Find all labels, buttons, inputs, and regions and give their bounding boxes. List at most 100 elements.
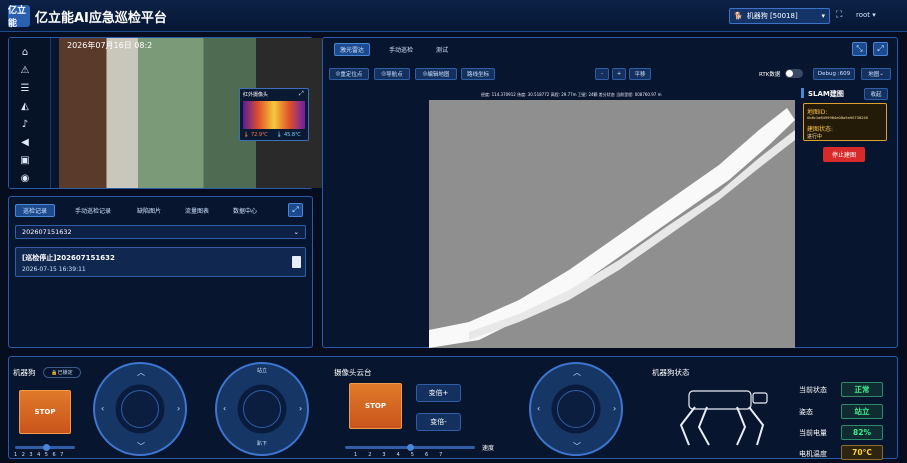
record-item[interactable]: [巡检停止]202607151632 2026-07-15 16:39:11 bbox=[15, 247, 306, 277]
lie-down-control[interactable]: 趴下 bbox=[257, 440, 267, 447]
status-label-posture: 姿态 bbox=[799, 408, 813, 416]
chevron-down-icon[interactable]: ﹀ bbox=[573, 441, 581, 452]
stand-up-control[interactable]: 站立 bbox=[257, 367, 267, 374]
joystick-center[interactable] bbox=[557, 390, 595, 428]
target-icon[interactable]: ◉ bbox=[18, 172, 32, 185]
scale-tick: 1 bbox=[354, 452, 369, 458]
video-tool-column: ⌂ ⚠ ☰ ◭ ♪ ◀ ▣ ◉ bbox=[9, 38, 51, 188]
scale-tick: 4 bbox=[396, 452, 411, 458]
spotlight-icon[interactable]: ◭ bbox=[18, 100, 32, 113]
chevron-right-icon[interactable]: › bbox=[613, 404, 616, 413]
zoom-out-button[interactable]: - bbox=[595, 68, 609, 80]
shrink-icon[interactable]: ⤡ bbox=[852, 42, 867, 56]
record-icon[interactable]: ▣ bbox=[18, 154, 32, 167]
tab-defect-images[interactable]: 缺陷图片 bbox=[129, 204, 169, 217]
dog-posture-joystick[interactable]: 站立 趴下 ‹ › bbox=[215, 362, 309, 456]
slam-info-box: 地图ID: 0b6c1a6499964e08a9a90736240 建图状态: … bbox=[803, 103, 887, 141]
chevron-up-icon[interactable]: ︿ bbox=[573, 367, 581, 378]
expand-icon[interactable]: ⤢ bbox=[288, 203, 303, 217]
scale-tick: 5 bbox=[410, 452, 425, 458]
gimbal-joystick[interactable]: ︿ ﹀ ‹ › bbox=[529, 362, 623, 456]
document-icon[interactable] bbox=[292, 256, 301, 268]
pan-button[interactable]: 平移 bbox=[629, 68, 651, 80]
slam-panel: SLAM建图 收起 地图ID: 0b6c1a6499964e08a9a90736… bbox=[801, 88, 891, 166]
chevron-up-icon[interactable]: ︿ bbox=[137, 367, 145, 378]
ir-expand-icon[interactable]: ⤢ bbox=[299, 90, 304, 98]
edit-map-label: 编辑地图 bbox=[427, 72, 450, 78]
scale-tick: 6 bbox=[52, 452, 61, 458]
tab-manual-patrol[interactable]: 手动巡检 bbox=[381, 43, 421, 56]
dog-speed-scale: 1234567 bbox=[14, 452, 68, 458]
tab-test[interactable]: 测试 bbox=[427, 43, 457, 56]
chevron-left-icon[interactable]: ‹ bbox=[537, 404, 540, 413]
edit-map-button[interactable]: ◎ 编辑地图 bbox=[415, 68, 457, 80]
zoom-plus-button[interactable]: 变倍+ bbox=[416, 384, 461, 402]
collapse-button[interactable]: 收起 bbox=[864, 88, 888, 100]
rtk-toggle[interactable] bbox=[785, 69, 803, 78]
joystick-center[interactable] bbox=[243, 390, 281, 428]
dog-stop-button[interactable]: STOP bbox=[19, 390, 71, 434]
chevron-left-icon[interactable]: ‹ bbox=[223, 404, 226, 413]
fullscreen-icon[interactable]: ⛶ bbox=[836, 10, 842, 20]
chevron-right-icon[interactable]: › bbox=[177, 404, 180, 413]
record-select[interactable]: 202607151632 ⌄ bbox=[15, 225, 306, 239]
tab-flow-chart[interactable]: 流量图表 bbox=[177, 204, 217, 217]
slam-map-canvas[interactable] bbox=[429, 100, 795, 348]
map-id-value: 0b6c1a6499964e08a9a90736240 bbox=[807, 116, 869, 120]
user-menu[interactable]: root ▾ bbox=[856, 11, 876, 19]
expand-icon[interactable]: ⤢ bbox=[873, 42, 888, 56]
chevron-right-icon[interactable]: › bbox=[299, 404, 302, 413]
status-value-battery: 82% bbox=[841, 425, 883, 440]
map-panel: 激光雷达 手动巡检 测试 ⤡ ⤢ ◎ 重定位点 ◎ 导航点 ◎ 编辑地图 路线坐… bbox=[322, 37, 898, 348]
map-select[interactable]: 地图 ⌄ bbox=[861, 68, 891, 80]
scale-tick: 1 bbox=[14, 452, 22, 458]
infrared-camera-overlay: 红外摄像头 ⤢ 🌡 72.9℃ 🌡 45.8℃ bbox=[239, 88, 309, 141]
gimbal-stop-button[interactable]: STOP bbox=[349, 383, 402, 429]
home-icon[interactable]: ⌂ bbox=[18, 46, 32, 59]
route-coords-button[interactable]: 路线坐标 bbox=[461, 68, 495, 80]
chevron-left-icon[interactable]: ‹ bbox=[101, 404, 104, 413]
logo-text: 亿立能 bbox=[8, 6, 27, 29]
tab-patrol-records[interactable]: 巡检记录 bbox=[15, 204, 55, 217]
scale-tick: 3 bbox=[382, 452, 397, 458]
app-title: 亿立能AI应急巡检平台 bbox=[35, 11, 167, 26]
joystick-center[interactable] bbox=[121, 390, 159, 428]
alarm-light-icon[interactable]: ⚠ bbox=[18, 64, 32, 77]
status-label-motor-temp: 电机温度 bbox=[799, 450, 827, 458]
zoom-in-button[interactable]: + bbox=[612, 68, 626, 80]
record-item-time: 2026-07-15 16:39:11 bbox=[22, 266, 86, 273]
gps-coords-bar: 经度: 114.370912 纬度: 30.518772 高程: 29.77m … bbox=[481, 92, 662, 97]
status-value-motor-temp: 70°C bbox=[841, 445, 883, 460]
slam-title-marker bbox=[801, 88, 804, 98]
lidar-point-map bbox=[429, 108, 795, 348]
relocate-point-label: 重定位点 bbox=[340, 72, 363, 78]
nav-point-label: 导航点 bbox=[386, 72, 403, 78]
ir-max-temp: 🌡 72.9℃ bbox=[243, 132, 268, 138]
dog-icon: 🐕 bbox=[734, 12, 743, 20]
dog-move-joystick[interactable]: ︿ ﹀ ‹ › bbox=[93, 362, 187, 456]
headlight-icon[interactable]: ☰ bbox=[18, 82, 32, 95]
gimbal-speed-slider[interactable] bbox=[345, 444, 475, 451]
robot-dog-selector[interactable]: 🐕 机器狗 [50018] ▾ bbox=[729, 8, 830, 24]
tab-manual-records[interactable]: 手动巡检记录 bbox=[65, 204, 121, 217]
lock-badge[interactable]: 🔒 已锁定 bbox=[43, 367, 81, 378]
dog-status-title: 机器狗状态 bbox=[652, 368, 690, 377]
chevron-down-icon[interactable]: ﹀ bbox=[137, 441, 145, 452]
chevron-down-icon: ⌄ bbox=[293, 228, 299, 236]
camera-timestamp: 2026年07月16日 08:2 bbox=[67, 41, 153, 50]
tab-data-center[interactable]: 数据中心 bbox=[225, 204, 265, 217]
relocate-point-button[interactable]: ◎ 重定位点 bbox=[329, 68, 369, 80]
gimbal-speed-scale: 1234567 bbox=[354, 452, 453, 458]
tab-lidar[interactable]: 激光雷达 bbox=[334, 43, 370, 56]
nav-point-button[interactable]: ◎ 导航点 bbox=[374, 68, 410, 80]
scale-tick: 7 bbox=[439, 452, 454, 458]
stop-mapping-button[interactable]: 停止建图 bbox=[823, 147, 865, 162]
ir-title: 红外摄像头 bbox=[243, 92, 269, 98]
dog-speed-slider[interactable] bbox=[15, 444, 75, 451]
speaker-icon[interactable]: ♪ bbox=[18, 118, 32, 131]
megaphone-icon[interactable]: ◀ bbox=[18, 136, 32, 149]
debug-button[interactable]: Debug :609 bbox=[813, 68, 855, 80]
chevron-down-icon: ▾ bbox=[821, 12, 825, 20]
lock-label: 已锁定 bbox=[57, 370, 73, 376]
zoom-minus-button[interactable]: 变倍- bbox=[416, 413, 461, 431]
